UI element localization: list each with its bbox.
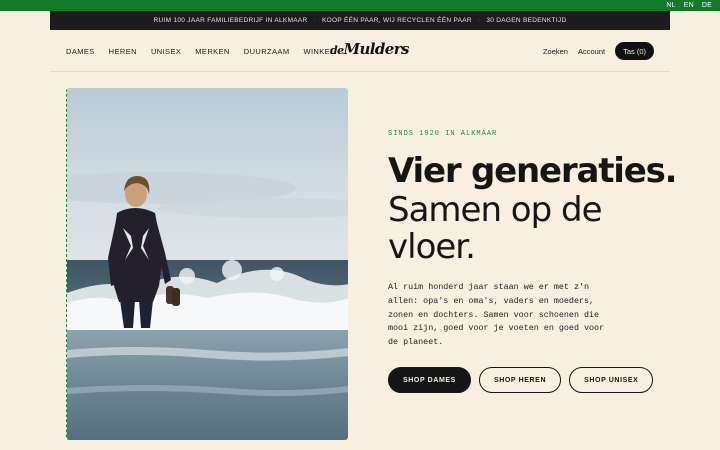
- brand-logo[interactable]: deMulders: [330, 40, 409, 62]
- lang-en[interactable]: EN: [684, 2, 694, 9]
- shop-heren-button[interactable]: SHOP HEREN: [478, 367, 562, 394]
- separator-dot: ·: [477, 17, 481, 24]
- main-navigation: DAMES HEREN UNISEX MERKEN DUURZAAM WINKE…: [50, 30, 670, 72]
- shop-unisex-button[interactable]: SHOP UNISEX: [569, 367, 654, 394]
- search-link[interactable]: Zoeken: [543, 47, 568, 56]
- language-switcher: NL EN DE: [666, 0, 712, 11]
- separator-dot: ·: [313, 17, 317, 24]
- utility-menu: Zoeken Account Tas (0): [543, 30, 654, 72]
- nav-item-unisex[interactable]: UNISEX: [151, 47, 181, 56]
- hero-photo: [66, 88, 348, 440]
- hero-body: Al ruim honderd jaar staan we er met z'n…: [388, 282, 605, 347]
- account-link[interactable]: Account: [578, 47, 605, 56]
- nav-item-heren[interactable]: HEREN: [109, 47, 137, 56]
- nav-item-duurzaam[interactable]: DUURZAAM: [244, 47, 290, 56]
- logo-prefix: de: [330, 44, 344, 57]
- announcement-item: 30 DAGEN BEDENKTIJD: [486, 17, 567, 24]
- announcement-item: RUIM 100 JAAR FAMILIEBEDRIJF IN ALKMAAR: [153, 17, 308, 24]
- lang-de[interactable]: DE: [702, 2, 712, 9]
- language-bar: NL EN DE: [0, 0, 720, 11]
- hero-photo-illustration: [67, 88, 348, 440]
- nav-item-dames[interactable]: DAMES: [66, 47, 95, 56]
- hero-subtitle: Samen op de vloer.: [388, 190, 603, 267]
- hero-eyebrow: SINDS 1920 IN ALKMAAR: [388, 130, 498, 138]
- lang-nl[interactable]: NL: [666, 2, 675, 9]
- bag-button[interactable]: Tas (0): [615, 42, 654, 60]
- hero-content: SINDS 1920 IN ALKMAAR Vier generaties. S…: [388, 130, 678, 394]
- category-menu: DAMES HEREN UNISEX MERKEN DUURZAAM WINKE…: [66, 30, 335, 72]
- announcement-bar: RUIM 100 JAAR FAMILIEBEDRIJF IN ALKMAAR …: [50, 11, 670, 30]
- hero-buttons: SHOP DAMES SHOP HEREN SHOP UNISEX: [388, 367, 678, 394]
- logo-name: Mulders: [343, 40, 410, 58]
- hero-title: Vier generaties.: [388, 151, 678, 191]
- announcement-item: KOOP ÉÉN PAAR, WIJ RECYCLEN ÉÉN PAAR: [322, 17, 472, 24]
- nav-item-merken[interactable]: MERKEN: [195, 47, 230, 56]
- shop-dames-button[interactable]: SHOP DAMES: [388, 367, 471, 394]
